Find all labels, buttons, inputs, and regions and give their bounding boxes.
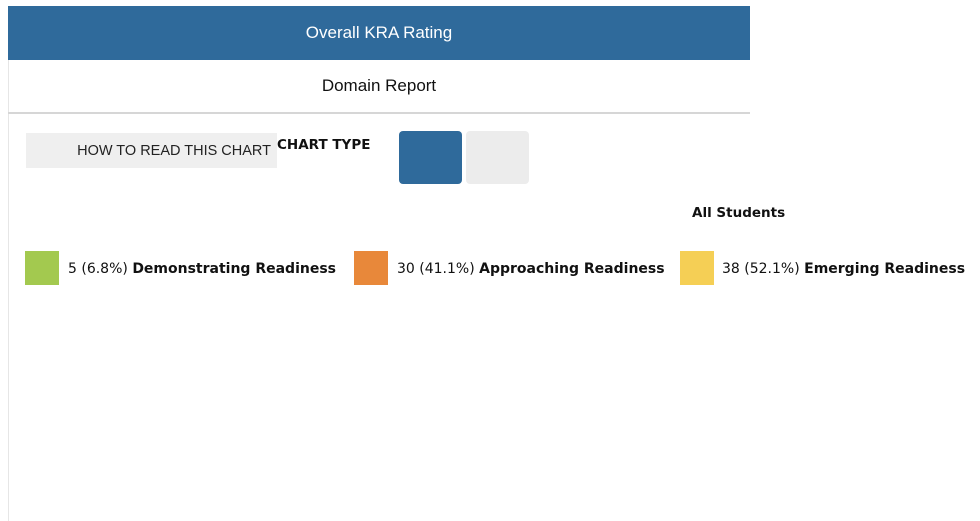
how-to-read-chart-button[interactable]: HOW TO READ THIS CHART — [26, 133, 277, 168]
chart-type-option-1-button[interactable] — [399, 131, 462, 184]
legend-item-approaching: 30 (41.1%) Approaching Readiness — [397, 261, 665, 277]
legend-item-emerging: 38 (52.1%) Emerging Readiness — [722, 261, 965, 277]
chart-type-option-2-button[interactable] — [466, 131, 529, 184]
report-title-bar: Overall KRA Rating — [8, 6, 750, 60]
legend-count: 30 (41.1%) — [397, 261, 475, 277]
legend-label: Emerging Readiness — [804, 261, 966, 277]
section-title-bar: Domain Report — [8, 60, 750, 114]
legend-count: 38 (52.1%) — [722, 261, 800, 277]
legend-swatch-emerging — [680, 251, 714, 285]
section-title: Domain Report — [321, 76, 437, 95]
group-label: All Students — [692, 205, 786, 221]
how-to-read-chart-label: HOW TO READ THIS CHART — [77, 142, 271, 159]
legend-count: 5 (6.8%) — [68, 261, 128, 277]
domain-report-page: Overall KRA Rating Domain Report HOW TO … — [0, 0, 980, 521]
legend-label: Demonstrating Readiness — [132, 261, 337, 277]
legend-swatch-demonstrating — [25, 251, 59, 285]
left-divider — [8, 60, 9, 521]
legend-label: Approaching Readiness — [479, 261, 665, 277]
chart-type-label: CHART TYPE — [277, 137, 371, 153]
report-title: Overall KRA Rating — [305, 23, 453, 42]
legend-item-demonstrating: 5 (6.8%) Demonstrating Readiness — [68, 261, 336, 277]
legend-swatch-approaching — [354, 251, 388, 285]
